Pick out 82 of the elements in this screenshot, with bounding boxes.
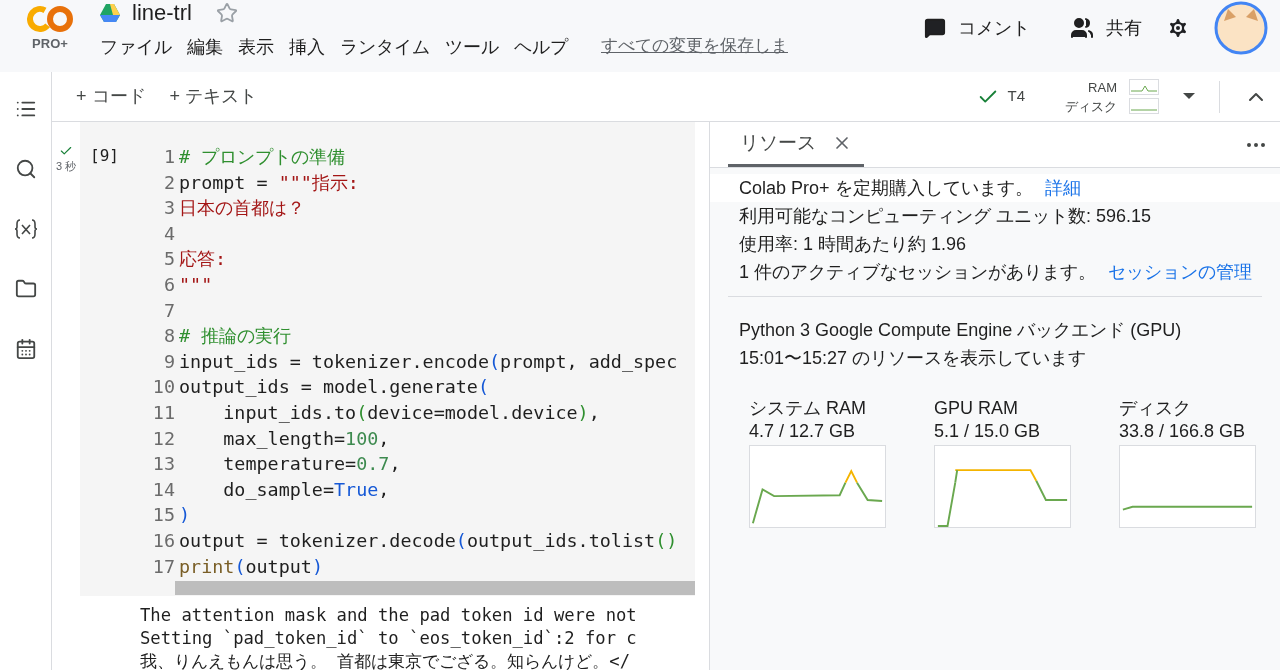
gauge-value: 5.1 / 15.0 GB [934, 420, 1042, 443]
usage-meter-icon [1129, 98, 1159, 114]
folder-icon[interactable] [14, 278, 37, 300]
usage-meter-icon [1129, 79, 1159, 95]
star-icon[interactable] [215, 2, 238, 24]
code-line: output_ids = model.generate( [179, 375, 490, 400]
line-number: 15 [151, 503, 175, 528]
line-number: 10 [151, 375, 175, 400]
resource-info-text: 使用率: 1 時間あたり約 1.96 [739, 232, 967, 256]
line-number: 4 [162, 221, 175, 246]
output-line: 我、りんえもんは思う。 首都は東京でござる。知らんけど。</ [140, 650, 632, 670]
line-number: 1 [162, 145, 175, 169]
code-line: prompt = """指示: [179, 170, 359, 195]
line-number: 14 [151, 477, 175, 502]
gauge-value: 4.7 / 12.7 GB [749, 420, 857, 443]
backend-text: Python 3 Google Compute Engine バックエンド (GPU) [739, 319, 1183, 342]
save-status-link[interactable]: すべての変更を保存しま [601, 34, 788, 58]
variables-icon[interactable] [13, 218, 38, 240]
gauge-label: ディスク [1119, 397, 1192, 420]
code-line: input_ids.to(device=model.device), [222, 400, 600, 425]
search-icon[interactable] [14, 158, 37, 180]
menu-item[interactable]: ファイル [100, 34, 172, 61]
people-icon [1070, 16, 1094, 40]
line-number: 5 [162, 247, 175, 272]
comment-button[interactable]: コメント [924, 14, 1030, 42]
line-number: 12 [151, 426, 175, 451]
dropdown-caret-icon[interactable] [1183, 92, 1195, 101]
gauge-label: システム RAM [749, 397, 867, 420]
line-number: 13 [151, 452, 175, 477]
line-number: 2 [162, 170, 175, 195]
calendar-icon[interactable] [14, 338, 37, 360]
gauge-label: GPU RAM [934, 397, 1019, 420]
notebook-title[interactable]: line-trl [132, 2, 192, 24]
menu-item[interactable]: 挿入 [289, 34, 325, 61]
add-cell-button[interactable]: + コード [76, 83, 146, 110]
code-line: do_sample=True, [222, 477, 390, 502]
code-line: # 推論の実行 [179, 324, 292, 349]
menu-item[interactable]: 表示 [238, 34, 274, 61]
meter-label: ディスク [1065, 97, 1117, 116]
line-number: 8 [162, 324, 175, 349]
plan-label: PRO+ [32, 35, 68, 53]
code-line: 日本の首都は？ [179, 196, 305, 221]
period-text: 15:01〜15:27 のリソースを表示しています [739, 347, 1088, 370]
resource-link[interactable]: 詳細 [1044, 174, 1081, 202]
output-line: Setting `pad_token_id` to `eos_token_id`:2 for c [140, 627, 638, 651]
line-number: 16 [151, 528, 175, 553]
meter-label: RAM [1088, 78, 1117, 97]
line-number: 17 [151, 554, 175, 579]
code-line: temperature=0.7, [222, 452, 401, 477]
horizontal-scrollbar[interactable] [175, 581, 695, 596]
menu-item[interactable]: ツール [445, 34, 499, 61]
code-line: 応答: [179, 247, 227, 272]
menu-item[interactable]: ランタイム [340, 34, 430, 61]
menu-item[interactable]: ヘルプ [514, 34, 568, 61]
code-line: """ [179, 272, 213, 297]
code-line: max_length=100, [222, 426, 390, 451]
code-line: print(output) [179, 554, 323, 579]
line-number: 6 [162, 272, 175, 297]
line-number: 7 [162, 298, 175, 323]
logo-icon [27, 4, 73, 34]
resource-info-text: 1 件のアクティブなセッションがあります。 [739, 260, 1096, 284]
code-line: # プロンプトの準備 [179, 145, 346, 169]
output-line: The attention mask and the pad token id were not [140, 604, 638, 628]
code-line: input_ids = tokenizer.encode(prompt, add_spec [179, 349, 678, 374]
resource-link[interactable]: セッションの管理 [1108, 258, 1252, 286]
line-number: 3 [162, 196, 175, 221]
share-button[interactable]: 共有 [1070, 14, 1142, 42]
code-line: output = tokenizer.decode(output_ids.tolist() [179, 528, 678, 553]
runtime-label[interactable]: T4 [1007, 85, 1025, 108]
gauge-value: 33.8 / 166.8 GB [1119, 420, 1247, 443]
line-number: 11 [151, 400, 175, 425]
resource-info-text: 利用可能なコンピューティング ユニット数: 596.15 [739, 204, 1152, 228]
menu-item[interactable]: 編集 [187, 34, 223, 61]
comment-icon [924, 17, 946, 39]
add-cell-button[interactable]: + テキスト [169, 83, 258, 110]
run-duration: 3 秒 [55, 159, 77, 174]
execution-count: [9] [89, 145, 120, 167]
line-number: 9 [162, 349, 175, 374]
code-line: ) [179, 503, 191, 528]
avatar-icon[interactable] [1214, 1, 1268, 55]
drive-icon [100, 4, 120, 22]
resource-info-text: Colab Pro+ を定期購入しています。 [739, 176, 1033, 200]
